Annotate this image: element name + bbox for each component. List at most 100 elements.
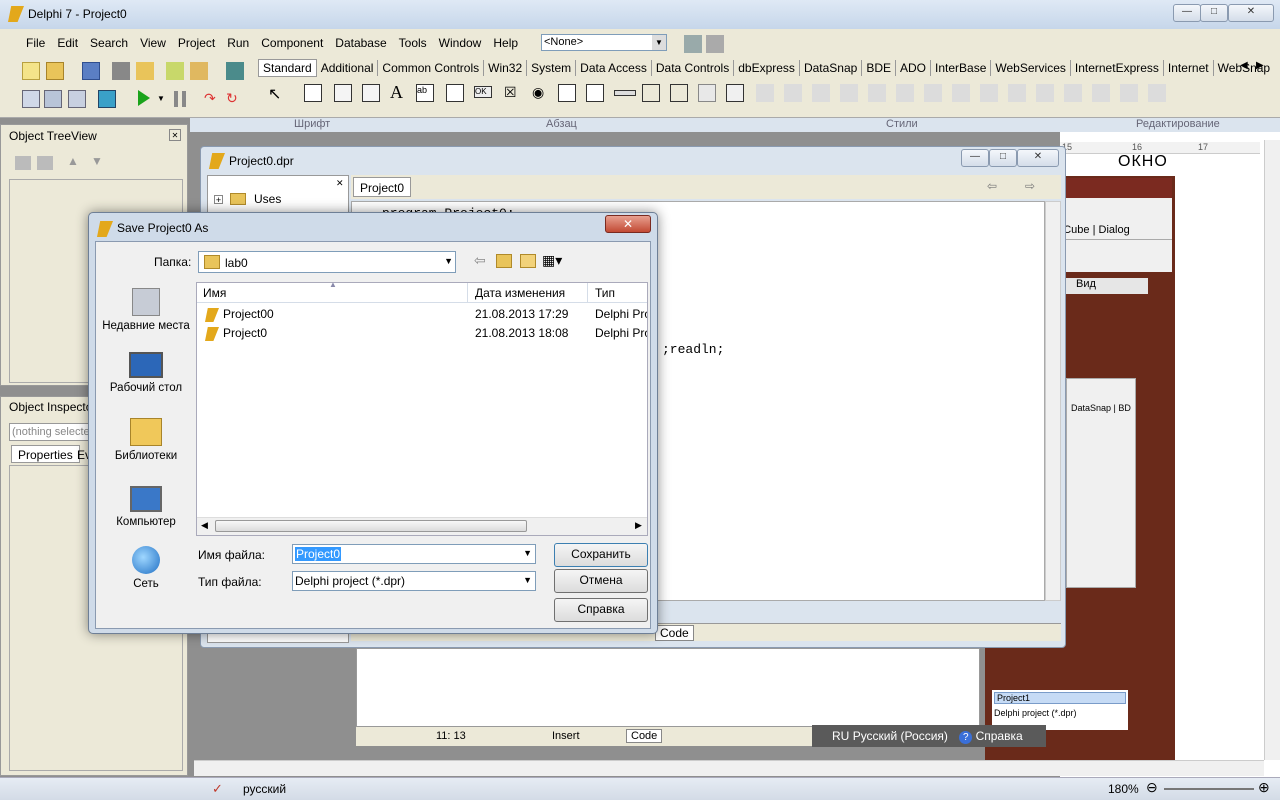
up-folder-icon[interactable] (496, 254, 512, 268)
editor-maximize-button[interactable]: □ (989, 149, 1017, 167)
radiogroup-component-icon[interactable] (670, 84, 688, 102)
scroll-right-icon[interactable]: ▶ (635, 520, 642, 531)
palette-tab-common-controls[interactable]: Common Controls (378, 60, 485, 76)
move-down-icon[interactable]: ▼ (91, 154, 103, 168)
place-recent[interactable]: Недавние места (96, 288, 196, 333)
filetype-select[interactable]: Delphi project (*.dpr) ▼ (292, 571, 536, 591)
help-button[interactable]: Справка (554, 598, 648, 622)
palette-tab-additional[interactable]: Additional (317, 60, 379, 76)
uses-node[interactable]: Uses (254, 192, 281, 206)
new-form-icon[interactable] (98, 90, 116, 108)
word-vertical-scrollbar[interactable] (1264, 140, 1280, 760)
new-folder-icon[interactable] (520, 254, 536, 268)
view-form-icon[interactable] (44, 90, 62, 108)
folder-select[interactable]: lab0 ▼ (198, 251, 456, 273)
zoom-out-icon[interactable]: ⊖ (1146, 779, 1158, 796)
new-icon[interactable] (22, 62, 40, 80)
scroll-thumb[interactable] (215, 520, 527, 532)
view-menu-icon[interactable]: ▦▾ (542, 252, 562, 269)
configuration-select[interactable]: <None> ▼ (541, 34, 667, 51)
actionlist-component-icon[interactable] (726, 84, 744, 102)
palette-scroll-right-icon[interactable]: ▶ (1256, 60, 1264, 71)
menu-view[interactable]: View (134, 33, 172, 53)
open-icon[interactable] (46, 62, 64, 80)
listbox-component-icon[interactable] (558, 84, 576, 102)
filename-input[interactable]: Project0 ▼ (292, 544, 536, 564)
treeview-close-icon[interactable]: ✕ (169, 129, 181, 141)
menu-database[interactable]: Database (329, 33, 392, 53)
checkbox-component-icon[interactable]: ☒ (504, 84, 517, 101)
editor-code-tab[interactable]: Code (626, 729, 663, 743)
open-project-icon[interactable] (136, 62, 154, 80)
save-button[interactable]: Сохранить (554, 543, 648, 567)
toggle-form-unit-icon[interactable] (68, 90, 86, 108)
editor-close-button[interactable]: ✕ (1017, 149, 1059, 167)
lang-help[interactable]: Справка (976, 729, 1023, 743)
palette-tab-ado[interactable]: ADO (896, 60, 932, 76)
inspector-tab-properties[interactable]: Properties (11, 445, 80, 463)
groupbox-component-icon[interactable] (642, 84, 660, 102)
popupmenu-component-icon[interactable] (362, 84, 380, 102)
palette-tab-dbexpress[interactable]: dbExpress (734, 60, 800, 76)
palette-tab-win32[interactable]: Win32 (484, 60, 528, 76)
step-over-icon[interactable]: ↻ (226, 90, 244, 108)
palette-tab-data-access[interactable]: Data Access (576, 60, 652, 76)
pointer-icon[interactable]: ↖ (268, 84, 281, 104)
dialog-close-button[interactable]: ✕ (605, 215, 651, 233)
zoom-slider[interactable] (1164, 788, 1254, 790)
minimize-button[interactable]: — (1173, 4, 1201, 22)
menu-search[interactable]: Search (84, 33, 134, 53)
zoom-in-icon[interactable]: ⊕ (1258, 779, 1270, 796)
add-file-icon[interactable] (166, 62, 184, 80)
combobox-component-icon[interactable] (586, 84, 604, 102)
label-component-icon[interactable]: A (390, 82, 403, 103)
frame-component-icon[interactable] (304, 84, 322, 102)
forward-arrow-icon[interactable]: ⇨ (1025, 179, 1035, 193)
palette-tab-data-controls[interactable]: Data Controls (652, 60, 735, 76)
word-horizontal-scrollbar[interactable] (194, 760, 1264, 776)
move-up-icon[interactable]: ▲ (67, 154, 79, 168)
help-contents-icon[interactable] (226, 62, 244, 80)
editor-tab-project0[interactable]: Project0 (353, 177, 412, 197)
menu-run[interactable]: Run (221, 33, 255, 53)
palette-tab-datasnap[interactable]: DataSnap (800, 60, 863, 76)
place-libraries[interactable]: Библиотеки (96, 418, 196, 463)
palette-scroll-left-icon[interactable]: ◀ (1240, 60, 1248, 71)
cancel-button[interactable]: Отмена (554, 569, 648, 593)
close-button[interactable]: ✕ (1228, 4, 1274, 22)
environment-options-icon[interactable] (706, 35, 724, 53)
run-icon[interactable] (138, 90, 150, 106)
treeview-delete-item-icon[interactable] (37, 156, 53, 170)
menu-file[interactable]: File (20, 33, 51, 53)
memo-component-icon[interactable] (446, 84, 464, 102)
button-component-icon[interactable]: OK (474, 86, 492, 98)
trace-into-icon[interactable]: ↷ (204, 90, 222, 108)
file-row[interactable]: Project0 21.08.2013 18:08 Delphi Pro (197, 324, 647, 343)
maximize-button[interactable]: □ (1200, 4, 1228, 22)
palette-tab-interbase[interactable]: InterBase (931, 60, 992, 76)
menu-component[interactable]: Component (255, 33, 329, 53)
menu-project[interactable]: Project (172, 33, 221, 53)
menu-help[interactable]: Help (487, 33, 524, 53)
mainmenu-component-icon[interactable] (334, 84, 352, 102)
file-row[interactable]: Project00 21.08.2013 17:29 Delphi Pro (197, 305, 647, 324)
save-icon[interactable] (82, 62, 100, 80)
code-explorer-close-icon[interactable]: ✕ (336, 178, 344, 189)
save-all-icon[interactable] (112, 62, 130, 80)
menu-tools[interactable]: Tools (393, 33, 433, 53)
remove-file-icon[interactable] (190, 62, 208, 80)
back-icon[interactable]: ⇦ (474, 252, 486, 269)
file-list[interactable]: Имя ▲ Дата изменения Тип Project00 21.08… (196, 280, 648, 536)
file-list-hscrollbar[interactable]: ◀ ▶ (197, 517, 647, 535)
view-unit-icon[interactable] (22, 90, 40, 108)
run-dropdown-icon[interactable]: ▼ (157, 94, 165, 103)
expand-icon[interactable]: + (214, 195, 223, 205)
place-network[interactable]: Сеть (96, 546, 196, 591)
scroll-left-icon[interactable]: ◀ (201, 520, 208, 531)
component-list-icon[interactable] (684, 35, 702, 53)
palette-tab-bde[interactable]: BDE (862, 60, 896, 76)
back-arrow-icon[interactable]: ⇦ (987, 179, 997, 193)
editor-vertical-scrollbar[interactable] (1045, 201, 1061, 601)
palette-tab-internetexpress[interactable]: InternetExpress (1071, 60, 1164, 76)
column-type[interactable]: Тип (595, 286, 615, 300)
